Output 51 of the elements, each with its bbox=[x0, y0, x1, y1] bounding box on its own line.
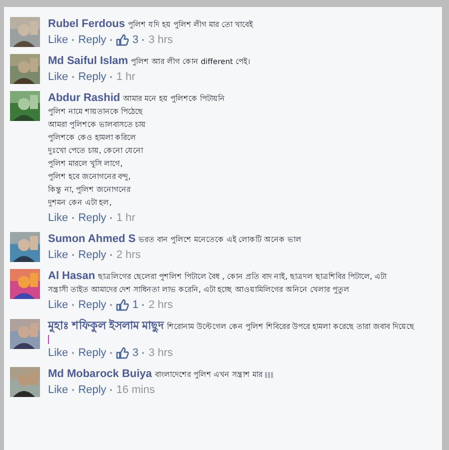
separator-dot bbox=[72, 389, 74, 391]
like-link[interactable]: Like bbox=[48, 70, 68, 84]
reply-link[interactable]: Reply bbox=[78, 346, 106, 360]
author-name[interactable]: Rubel Ferdous bbox=[48, 17, 126, 31]
reply-link[interactable]: Reply bbox=[78, 298, 106, 312]
separator-dot bbox=[142, 304, 144, 306]
separator-dot bbox=[110, 304, 112, 306]
thumbs-up-icon[interactable] bbox=[116, 347, 130, 359]
separator-dot bbox=[72, 304, 74, 306]
timestamp[interactable]: 2 hrs bbox=[148, 298, 173, 312]
separator-dot bbox=[110, 39, 112, 41]
separator-dot bbox=[72, 254, 74, 256]
author-name[interactable]: মুহাঃ শফিকুল ইসলাম মাছুদ bbox=[48, 319, 164, 333]
like-link[interactable]: Like bbox=[48, 298, 68, 312]
author-name[interactable]: Md Saiful Islam bbox=[48, 54, 128, 68]
timestamp[interactable]: 3 hrs bbox=[148, 346, 173, 360]
separator-dot bbox=[110, 254, 112, 256]
like-count[interactable]: 3 bbox=[132, 33, 138, 47]
reply-link[interactable]: Reply bbox=[78, 70, 106, 84]
reply-link[interactable]: Reply bbox=[78, 33, 106, 47]
like-count[interactable]: 1 bbox=[132, 298, 138, 312]
like-count[interactable]: 3 bbox=[132, 346, 138, 360]
author-name[interactable]: Al Hasan bbox=[48, 269, 96, 283]
timestamp[interactable]: 16 mins bbox=[116, 383, 155, 397]
thumbs-up-icon[interactable] bbox=[116, 299, 130, 311]
separator-dot bbox=[110, 389, 112, 391]
separator-dot bbox=[110, 352, 112, 354]
author-name[interactable]: Sumon Ahmed S bbox=[48, 232, 136, 246]
separator-dot bbox=[110, 76, 112, 78]
like-link[interactable]: Like bbox=[48, 383, 68, 397]
reply-link[interactable]: Reply bbox=[78, 211, 106, 225]
separator-dot bbox=[72, 39, 74, 41]
like-link[interactable]: Like bbox=[48, 33, 68, 47]
separator-dot bbox=[72, 76, 74, 78]
separator-dot bbox=[72, 217, 74, 219]
reply-link[interactable]: Reply bbox=[78, 383, 106, 397]
separator-dot bbox=[72, 352, 74, 354]
thumbs-up-icon[interactable] bbox=[116, 34, 130, 46]
timestamp[interactable]: 1 hr bbox=[116, 70, 136, 84]
separator-dot bbox=[142, 39, 144, 41]
like-link[interactable]: Like bbox=[48, 211, 68, 225]
timestamp[interactable]: 2 hrs bbox=[116, 248, 141, 262]
like-link[interactable]: Like bbox=[48, 248, 68, 262]
like-link[interactable]: Like bbox=[48, 346, 68, 360]
timestamp[interactable]: 3 hrs bbox=[148, 33, 173, 47]
author-name[interactable]: Abdur Rashid bbox=[48, 91, 120, 105]
timestamp[interactable]: 1 hr bbox=[116, 211, 136, 225]
separator-dot bbox=[142, 352, 144, 354]
separator-dot bbox=[110, 217, 112, 219]
author-name[interactable]: Md Mobarock Buiya bbox=[48, 367, 152, 381]
reply-link[interactable]: Reply bbox=[78, 248, 106, 262]
